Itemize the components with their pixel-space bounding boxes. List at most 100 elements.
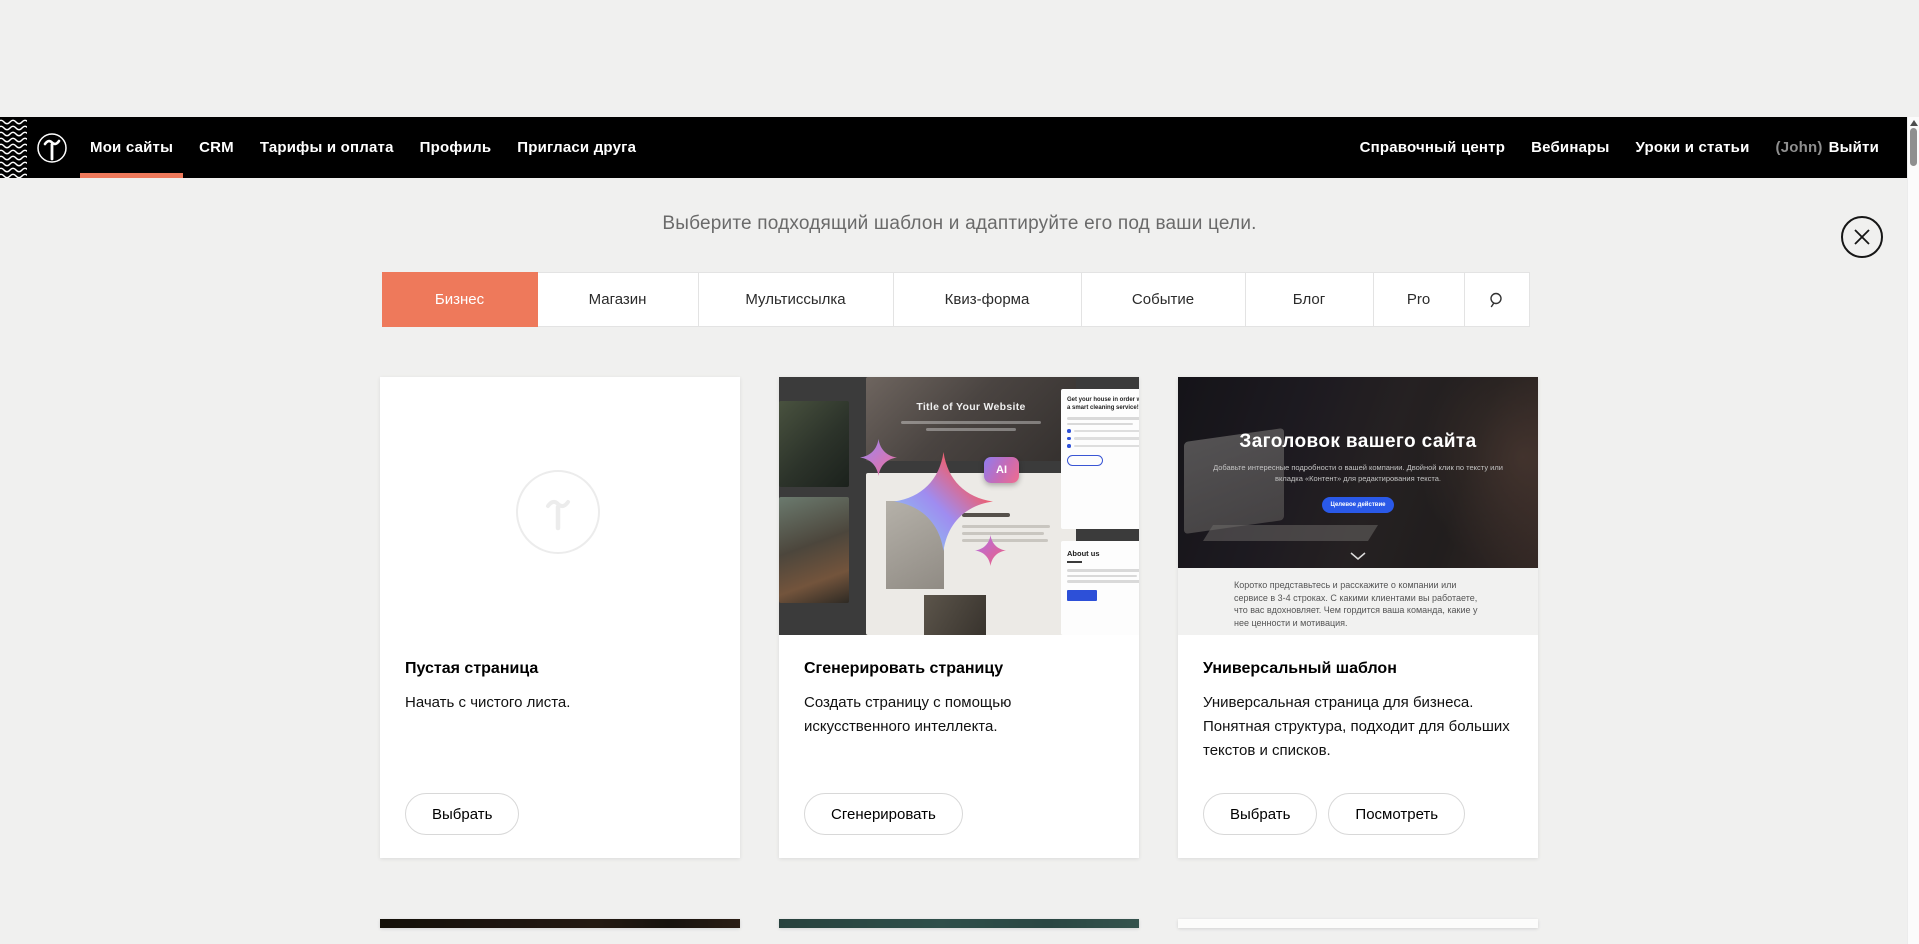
mini-bullet: [1067, 429, 1139, 433]
logout-label: Выйти: [1829, 139, 1879, 156]
nav-item-my-sites[interactable]: Мои сайты: [90, 117, 173, 178]
generate-button[interactable]: Сгенерировать: [804, 793, 963, 835]
mini-text-line: [901, 421, 1041, 424]
nav-item-webinars[interactable]: Вебинары: [1531, 117, 1609, 178]
chevron-down-icon: [1350, 552, 1366, 560]
mini-text-bar: [962, 525, 1050, 528]
mini-body-text: Коротко представьтесь и расскажите о ком…: [1234, 579, 1482, 629]
template-preview: Заголовок вашего сайта Добавьте интересн…: [1178, 377, 1538, 635]
ai-collage-preview: Title of Your Website Get your house in …: [779, 377, 1139, 635]
nav-item-lessons[interactable]: Уроки и статьи: [1636, 117, 1750, 178]
mini-text-bar: [1067, 569, 1139, 572]
mini-photo-frames: [886, 501, 944, 589]
mini-text-bar: [962, 532, 1044, 535]
close-icon: [1851, 226, 1873, 248]
tilda-zigzag-pattern: [0, 117, 27, 178]
nav-item-label: Уроки и статьи: [1636, 139, 1750, 156]
card-description: Начать с чистого листа.: [405, 691, 715, 715]
choose-button[interactable]: Выбрать: [405, 793, 519, 835]
tab-label: Бизнес: [435, 291, 484, 308]
card-title: Сгенерировать страницу: [804, 660, 1114, 678]
tilda-watermark-icon: [516, 470, 600, 554]
card-title: Универсальный шаблон: [1203, 660, 1513, 678]
tab-pro[interactable]: Pro: [1373, 272, 1465, 327]
template-category-tabs: Бизнес Магазин Мультиссылка Квиз-форма С…: [382, 272, 1538, 327]
tilda-logo[interactable]: [36, 132, 68, 164]
collage-site-hero: Title of Your Website: [866, 377, 1076, 461]
mini-text-line: [926, 428, 1016, 431]
tab-label: Pro: [1407, 291, 1430, 308]
view-button[interactable]: Посмотреть: [1328, 793, 1465, 835]
mini-text-bar: [962, 539, 1048, 542]
mini-hero-subtitle: Добавьте интересные подробности о вашей …: [1208, 462, 1508, 485]
card-ai-generate[interactable]: Title of Your Website Get your house in …: [779, 377, 1139, 858]
mini-photo-people: [924, 595, 986, 635]
nav-item-invite-friend[interactable]: Пригласи друга: [517, 117, 636, 178]
template-card-partial[interactable]: [779, 919, 1139, 928]
nav-item-profile[interactable]: Профиль: [420, 117, 492, 178]
close-button[interactable]: [1841, 216, 1883, 258]
tab-label: Блог: [1293, 291, 1325, 308]
nav-item-crm[interactable]: CRM: [199, 117, 234, 178]
tab-label: Квиз-форма: [945, 291, 1030, 308]
mini-text-bar: [1067, 575, 1137, 578]
search-icon: [1488, 291, 1506, 309]
tab-multilink[interactable]: Мультиссылка: [698, 272, 894, 327]
template-hero-image: Заголовок вашего сайта Добавьте интересн…: [1178, 377, 1538, 568]
mini-rule: [1067, 561, 1082, 563]
tab-label: Мультиссылка: [745, 291, 845, 308]
tab-search[interactable]: [1464, 272, 1530, 327]
template-text-section: Коротко представьтесь и расскажите о ком…: [1178, 568, 1538, 635]
nav-item-label: Вебинары: [1531, 139, 1609, 156]
navbar-left-menu: Мои сайты CRM Тарифы и оплата Профиль Пр…: [90, 117, 636, 178]
mini-bullet: [1067, 437, 1139, 441]
choose-button[interactable]: Выбрать: [1203, 793, 1317, 835]
collage-photo-livingroom: [779, 497, 849, 603]
nav-item-label: Справочный центр: [1360, 139, 1506, 156]
nav-item-label: Профиль: [420, 139, 492, 156]
tab-business[interactable]: Бизнес: [382, 272, 538, 327]
tab-label: Событие: [1132, 291, 1194, 308]
nav-item-label: Тарифы и оплата: [260, 139, 394, 156]
ai-badge: AI: [984, 457, 1019, 483]
mini-text-bar: [1067, 423, 1133, 426]
mini-blue-button: [1067, 590, 1097, 601]
mini-outline-button: [1067, 455, 1103, 466]
card-title: Пустая страница: [405, 660, 715, 678]
template-card-partial[interactable]: [1178, 919, 1538, 928]
tab-quiz-form[interactable]: Квиз-форма: [893, 272, 1082, 327]
collage-photo-office: [779, 401, 849, 487]
template-cards-row: Пустая страница Начать с чистого листа. …: [380, 377, 1539, 858]
tab-shop[interactable]: Магазин: [537, 272, 699, 327]
mini-bullet: [1067, 444, 1139, 448]
card-blank-page[interactable]: Пустая страница Начать с чистого листа. …: [380, 377, 740, 858]
vertical-scrollbar[interactable]: [1907, 117, 1919, 944]
page-subtitle: Выберите подходящий шаблон и адаптируйте…: [0, 213, 1919, 235]
tab-label: Магазин: [589, 291, 647, 308]
scrollbar-thumb[interactable]: [1910, 128, 1917, 166]
collage-site-cleaning: Get your house in order with a smart cle…: [1061, 389, 1139, 529]
nav-item-help-center[interactable]: Справочный центр: [1360, 117, 1506, 178]
mini-text-bar: [1067, 580, 1139, 583]
user-name: (John): [1776, 139, 1823, 156]
mini-about-heading: About us: [1067, 549, 1139, 558]
mini-hero-title: Заголовок вашего сайта: [1178, 431, 1538, 453]
scrollbar-up-arrow-icon[interactable]: [1910, 120, 1918, 126]
card-universal-template[interactable]: Заголовок вашего сайта Добавьте интересн…: [1178, 377, 1538, 858]
template-card-partial[interactable]: [380, 919, 740, 928]
collage-site-section: [866, 473, 1076, 635]
nav-item-logout[interactable]: (John) Выйти: [1776, 117, 1879, 178]
tab-event[interactable]: Событие: [1081, 272, 1246, 327]
collage-site-about: About us: [1061, 541, 1139, 635]
nav-item-label: Пригласи друга: [517, 139, 636, 156]
active-tab-underline: [80, 173, 183, 178]
card-description: Универсальная страница для бизнеса. Поня…: [1203, 691, 1515, 763]
nav-item-pricing[interactable]: Тарифы и оплата: [260, 117, 394, 178]
tab-blog[interactable]: Блог: [1245, 272, 1374, 327]
mini-site-title: Title of Your Website: [866, 401, 1076, 413]
navbar-right-menu: Справочный центр Вебинары Уроки и статьи…: [1360, 117, 1879, 178]
top-navbar: Мои сайты CRM Тарифы и оплата Профиль Пр…: [0, 117, 1907, 178]
mini-site-heading: Get your house in order with a smart cle…: [1067, 396, 1139, 412]
template-cards-row-partial: [380, 919, 1539, 928]
mini-text-bar: [1067, 417, 1139, 420]
